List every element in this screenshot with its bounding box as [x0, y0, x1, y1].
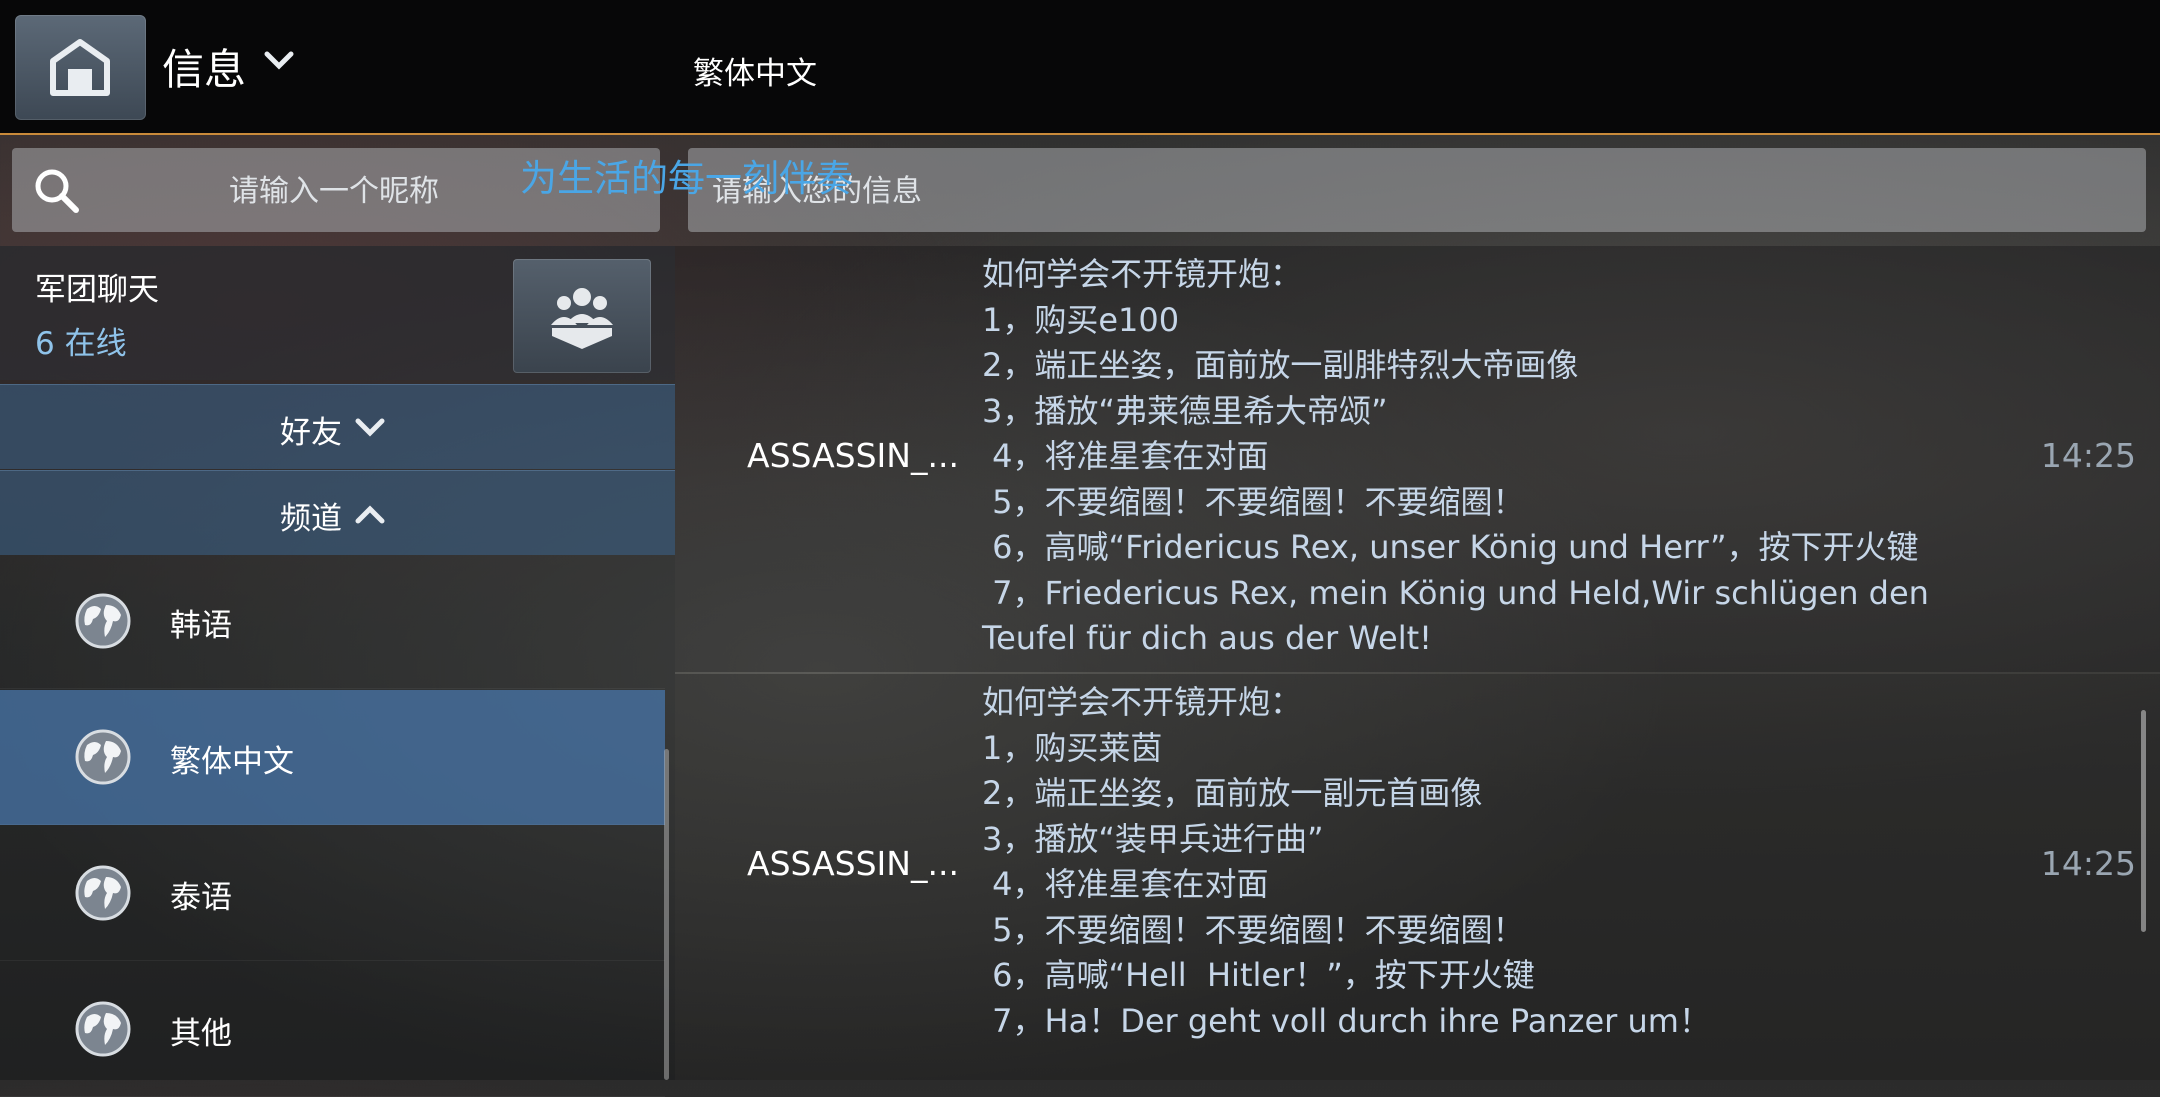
message-line: 1，购买莱茵	[982, 728, 1163, 767]
channels-label: 频道	[280, 501, 342, 537]
home-icon	[50, 39, 110, 96]
message-line: Teufel für dich aus der Welt!	[982, 619, 1432, 657]
clan-online-count: 6 在线	[35, 326, 127, 362]
message-text: 如何学会不开镜开炮： 1，购买e100 2，端正坐姿，面前放一副腓特烈大帝画像 …	[982, 252, 1929, 662]
message-line: 2，端正坐姿，面前放一副腓特烈大帝画像	[982, 346, 1579, 384]
message-sender[interactable]: ASSASSIN_...	[747, 844, 959, 883]
globe-icon	[75, 865, 131, 921]
globe-icon	[75, 729, 131, 785]
clan-chat-panel[interactable]: 军团聊天 6 在线	[0, 246, 675, 380]
channel-label: 韩语	[170, 608, 232, 644]
message-line: 6，高喊“Hell Hitler！”，按下开火键	[982, 956, 1535, 994]
message-line: 5，不要缩圈！不要缩圈！不要缩圈！	[982, 910, 1525, 949]
chat-scrollbar[interactable]	[2141, 710, 2146, 932]
clan-chat-title: 军团聊天	[35, 272, 159, 308]
channel-item-other[interactable]: 其他	[0, 962, 665, 1097]
chat-message: ASSASSIN_... 如何学会不开镜开炮： 1，购买莱茵 2，端正坐姿，面前…	[675, 674, 2160, 1080]
search-icon[interactable]	[32, 166, 82, 216]
app-title[interactable]: 信息	[162, 36, 246, 97]
friends-label: 好友	[280, 415, 342, 451]
message-line: 1，购买e100	[982, 300, 1180, 339]
chevron-down-icon	[355, 418, 385, 437]
home-button[interactable]	[15, 15, 146, 120]
chevron-up-icon	[355, 505, 385, 524]
friends-section[interactable]: 好友	[0, 384, 675, 469]
chat-message: ASSASSIN_... 如何学会不开镜开炮： 1，购买e100 2，端正坐姿，…	[675, 246, 2160, 672]
channel-label: 泰语	[170, 880, 232, 916]
message-line: 4，将准星套在对面	[982, 437, 1269, 475]
chat-panel: ASSASSIN_... 如何学会不开镜开炮： 1，购买e100 2，端正坐姿，…	[675, 246, 2160, 1080]
message-line: 2，端正坐姿，面前放一副元首画像	[982, 774, 1483, 812]
message-sender[interactable]: ASSASSIN_...	[747, 436, 959, 475]
channel-item-traditional-chinese[interactable]: 繁体中文	[0, 690, 665, 825]
sidebar: 军团聊天 6 在线 好友 频道 韩语 繁体中文 泰语 其他	[0, 246, 675, 1097]
message-time: 14:25	[2040, 844, 2136, 883]
slogan-overlay: 为生活的每一刻伴奏	[520, 157, 853, 200]
message-line: 3，播放“装甲兵进行曲”	[982, 819, 1324, 858]
message-line: 3，播放“弗莱德里希大帝颂”	[982, 391, 1388, 430]
globe-icon	[75, 593, 131, 649]
globe-icon	[75, 1001, 131, 1057]
message-line: 4，将准星套在对面	[982, 865, 1269, 903]
message-time: 14:25	[2040, 436, 2136, 475]
message-input[interactable]	[710, 170, 2114, 212]
channels-section[interactable]: 频道	[0, 470, 675, 555]
clan-group-icon	[551, 288, 613, 349]
chevron-down-icon[interactable]	[264, 50, 294, 72]
message-line: 如何学会不开镜开炮：	[982, 683, 1303, 721]
channel-label: 繁体中文	[170, 744, 294, 780]
channel-item-korean[interactable]: 韩语	[0, 554, 665, 689]
message-line: 6，高喊“Fridericus Rex, unser König und Her…	[982, 528, 1919, 566]
sidebar-scrollbar[interactable]	[664, 749, 669, 1080]
channel-title: 繁体中文	[693, 56, 817, 92]
channel-label: 其他	[170, 1016, 232, 1052]
message-text: 如何学会不开镜开炮： 1，购买莱茵 2，端正坐姿，面前放一副元首画像 3，播放“…	[982, 680, 1711, 1044]
message-compose	[688, 148, 2146, 232]
message-line: 7，Ha！Der geht voll durch ihre Panzer um！	[982, 1001, 1711, 1040]
clan-button[interactable]	[513, 259, 651, 373]
message-line: 7，Friedericus Rex, mein König und Held,W…	[982, 573, 1929, 612]
channel-item-thai[interactable]: 泰语	[0, 826, 665, 961]
message-line: 5，不要缩圈！不要缩圈！不要缩圈！	[982, 482, 1525, 521]
top-bar: 信息 繁体中文	[0, 0, 2160, 135]
message-line: 如何学会不开镜开炮：	[982, 255, 1303, 293]
